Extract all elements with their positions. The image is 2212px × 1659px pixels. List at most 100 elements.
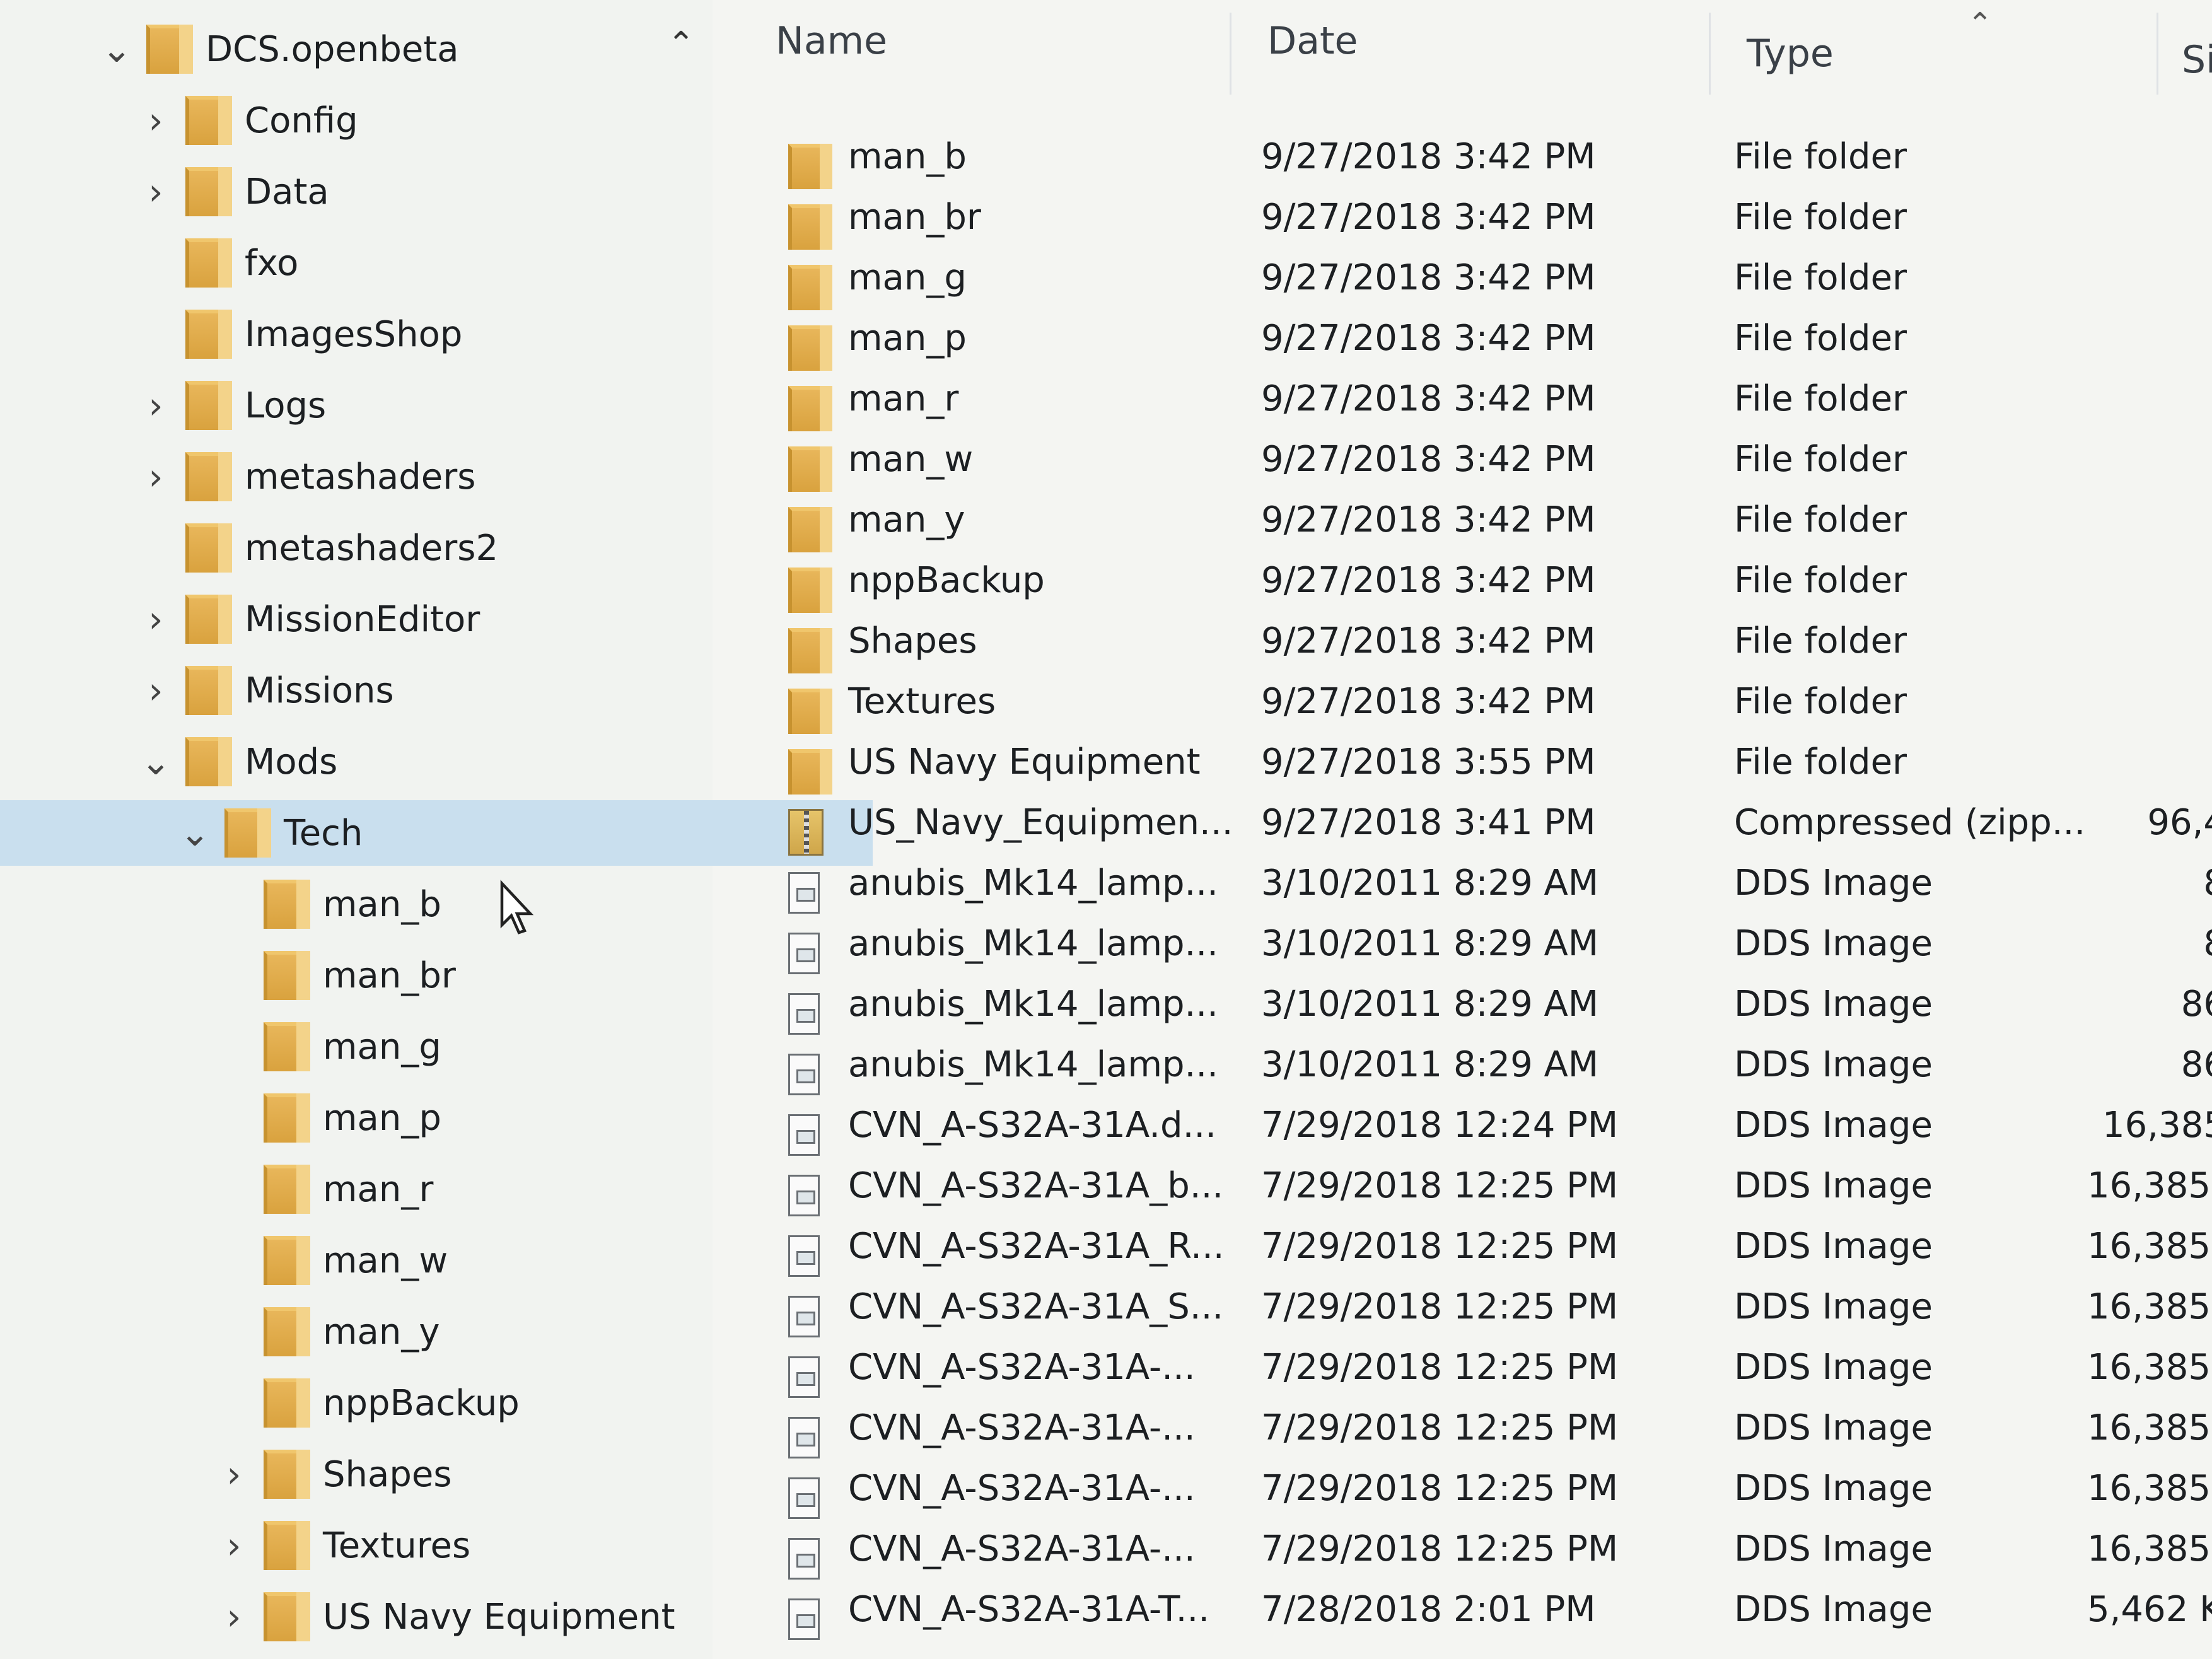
chevron-right-icon[interactable]: › [134,455,178,498]
chevron-right-icon[interactable]: › [134,170,178,213]
tree-item[interactable]: › Logs [0,373,834,438]
navigation-pane[interactable]: ⌃ ⌄ DCS.openbeta › Config › Data fxo ImagesShop… [0,0,873,1659]
file-date: 9/27/2018 3:42 PM [1261,680,1596,722]
file-date: 7/29/2018 12:25 PM [1261,1165,1619,1206]
file-row[interactable]: US_Navy_Equipmen... 9/27/2018 3:41 PM Comp… [738,792,2212,856]
file-row[interactable]: man_p 9/27/2018 3:42 PM File folder [738,308,2212,371]
file-name: Textures [848,680,996,722]
file-date: 9/27/2018 3:42 PM [1261,378,1596,419]
file-row[interactable]: CVN_A-S32A-31A_b... 7/29/2018 12:25 PM DDS… [738,1155,2212,1216]
file-type: DDS Image [1734,1225,1933,1267]
tree-item[interactable]: › metashaders [0,444,834,509]
file-name: man_y [848,499,965,540]
file-name: anubis_Mk14_lamp... [848,923,1218,964]
file-type: DDS Image [1734,1407,1933,1448]
file-row[interactable]: man_b 9/27/2018 3:42 PM File folder [738,126,2212,189]
folder-icon [264,1093,310,1143]
tree-item[interactable]: ImagesShop [0,301,834,367]
file-icon [788,1538,820,1580]
tree-item-label: man_br [323,955,456,996]
file-row[interactable]: man_g 9/27/2018 3:42 PM File folder [738,247,2212,310]
tree-item[interactable]: › MissionEditor [0,586,834,652]
file-row[interactable]: CVN_A-S32A-31A_R... 7/29/2018 12:25 PM DDS… [738,1216,2212,1277]
folder-icon [185,523,232,573]
folder-icon [788,749,832,795]
file-type: DDS Image [1734,1528,1933,1569]
tree-item[interactable]: › Data [0,159,834,224]
chevron-down-icon[interactable]: ⌄ [173,812,217,854]
file-row[interactable]: man_r 9/27/2018 3:42 PM File folder [738,368,2212,431]
chevron-down-icon[interactable]: ⌄ [134,740,178,783]
zip-icon [788,809,824,856]
file-row[interactable]: CVN_A-S32A-31A.d... 7/29/2018 12:24 PM DDS… [738,1095,2212,1156]
file-row[interactable]: Shapes 9/27/2018 3:42 PM File folder [738,610,2212,673]
chevron-right-icon[interactable]: › [212,1524,256,1567]
file-icon [788,1598,820,1640]
file-row[interactable]: anubis_Mk14_lamp... 3/10/2011 8:29 AM DDS … [738,1034,2212,1095]
file-size: 16,385 [2102,1104,2212,1146]
file-row[interactable]: anubis_Mk14_lamp... 3/10/2011 8:29 AM DDS … [738,974,2212,1035]
file-date: 3/10/2011 8:29 AM [1261,862,1599,904]
file-row[interactable]: CVN_A-S32A-31A-... 7/29/2018 12:25 PM DDS … [738,1458,2212,1519]
folder-icon [264,1165,310,1214]
tree-item-label: Shapes [323,1453,452,1495]
chevron-right-icon[interactable]: › [212,1595,256,1638]
file-name: anubis_Mk14_lamp... [848,1044,1218,1085]
column-divider[interactable] [2157,13,2158,95]
tree-item[interactable]: metashaders2 [0,515,834,581]
chevron-right-icon[interactable]: › [134,669,178,712]
file-row[interactable]: anubis_Mk14_lamp... 3/10/2011 8:29 AM DDS … [738,913,2212,974]
file-icon [788,1114,820,1156]
file-size: 16,385 KI [2087,1286,2212,1327]
file-size: 16,385 KB [2087,1407,2212,1448]
tree-item[interactable]: › Missions [0,658,834,723]
chevron-right-icon[interactable]: › [212,1453,256,1496]
file-name: CVN_A-S32A-31A-... [848,1407,1196,1448]
column-header-size[interactable]: Si [2182,38,2212,82]
tree-item[interactable]: ⌄ DCS.openbeta [0,16,795,82]
chevron-down-icon[interactable]: ⌄ [95,28,139,71]
file-row[interactable]: CVN_A-S32A-31A_S... 7/29/2018 12:25 PM DDS… [738,1276,2212,1337]
file-type: DDS Image [1734,1104,1933,1146]
file-row[interactable]: CVN_A-S32A-31A-... 7/29/2018 12:25 PM DDS … [738,1337,2212,1398]
file-type: File folder [1734,741,1907,783]
file-row[interactable]: CVN_A-S32A-31A-... 7/29/2018 12:25 PM DDS … [738,1518,2212,1580]
file-row[interactable]: nppBackup 9/27/2018 3:42 PM File folder [738,550,2212,613]
file-row[interactable]: man_br 9/27/2018 3:42 PM File folder [738,187,2212,250]
file-row[interactable]: Textures 9/27/2018 3:42 PM File folder [738,671,2212,734]
column-header-name[interactable]: Name [776,19,887,63]
file-name: man_g [848,257,967,298]
file-name: CVN_A-S32A-31A_S... [848,1286,1224,1327]
tree-item[interactable]: ⌄ Mods [0,729,834,795]
file-row[interactable]: US Navy Equipment 9/27/2018 3:55 PM File f… [738,731,2212,795]
tree-item-label: Mods [245,741,338,783]
file-size: 16,385 K [2087,1225,2212,1267]
column-header-type[interactable]: Type [1747,32,1834,76]
folder-icon [788,446,832,492]
tree-item[interactable]: fxo [0,230,834,296]
column-divider[interactable] [1709,13,1711,95]
file-row[interactable]: CVN_A-S32A-31A-T... 7/28/2018 2:01 PM DDS … [738,1579,2212,1640]
file-list-pane[interactable]: Name Date Type ⌃ Si man_b 9/27/2018 3:42 … [738,0,2212,1659]
file-date: 9/27/2018 3:42 PM [1261,257,1596,298]
folder-icon [264,1022,310,1071]
file-name: US Navy Equipment [848,741,1201,783]
file-type: DDS Image [1734,923,1933,964]
tree-item-label: nppBackup [323,1382,520,1424]
column-header-date[interactable]: Date [1267,19,1358,63]
tree-item-label: US Navy Equipment [323,1596,675,1638]
chevron-right-icon[interactable]: › [134,99,178,142]
folder-icon [788,689,832,734]
file-icon [788,1417,820,1458]
file-row[interactable]: anubis_Mk14_lamp... 3/10/2011 8:29 AM DDS … [738,853,2212,914]
tree-item[interactable]: › Config [0,88,834,153]
column-divider[interactable] [1230,13,1231,95]
chevron-right-icon[interactable]: › [134,384,178,427]
file-row[interactable]: man_w 9/27/2018 3:42 PM File folder [738,429,2212,492]
file-date: 7/29/2018 12:25 PM [1261,1467,1619,1509]
file-name: CVN_A-S32A-31A_R... [848,1225,1225,1267]
file-type: DDS Image [1734,1044,1933,1085]
chevron-right-icon[interactable]: › [134,598,178,641]
file-row[interactable]: man_y 9/27/2018 3:42 PM File folder [738,489,2212,552]
file-row[interactable]: CVN_A-S32A-31A-... 7/29/2018 12:25 PM DDS … [738,1397,2212,1458]
